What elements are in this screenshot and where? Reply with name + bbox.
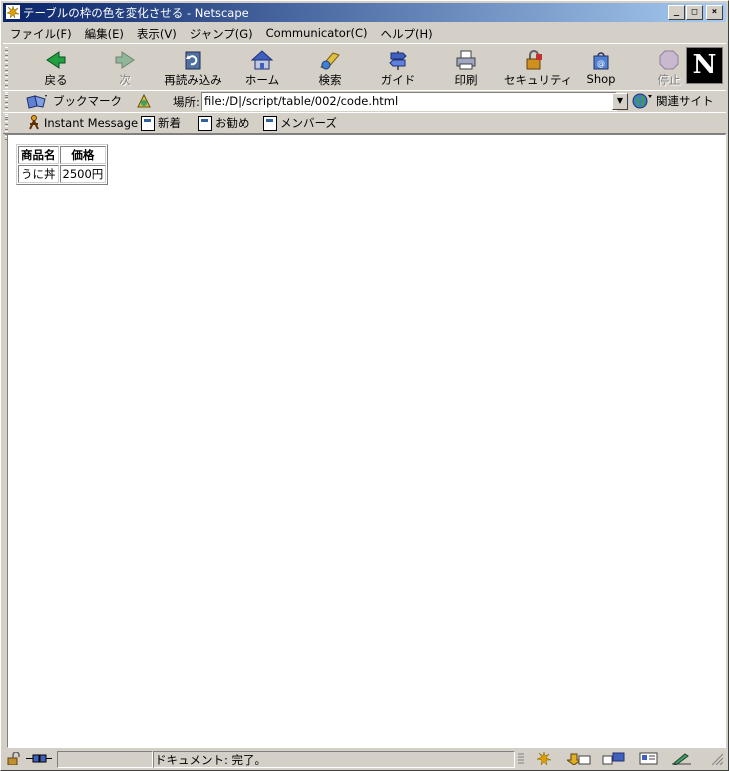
related-sites-button[interactable]: 関連サイト [631,93,714,109]
navigator-icon[interactable] [536,752,552,765]
bookmark-page-icon [263,115,277,131]
padlock-icon [526,50,542,70]
component-bar-grip-icon[interactable] [517,752,525,765]
instant-message-person-icon [29,115,39,130]
shop-button[interactable]: @ Shop [571,47,631,87]
resize-grip-icon[interactable] [709,752,723,765]
status-bar: ドキュメント: 完了。 [3,749,726,769]
netscape-app-icon [6,5,20,19]
svg-text:@: @ [597,59,605,68]
menu-go[interactable]: ジャンプ(G) [183,23,259,42]
new-bookmark-button[interactable]: 新着 [141,115,181,131]
back-arrow-icon [46,51,66,69]
maximize-button[interactable]: □ [686,5,703,20]
guide-button[interactable]: ガイド [368,47,428,87]
bookmarks-button[interactable]: ブックマーク [25,93,154,109]
recommend-bookmark-button[interactable]: お勧め [198,115,250,131]
progress-panel [57,751,153,768]
table-row: うに丼 2500円 [18,165,107,183]
instant-message-button[interactable]: Instant Message [27,115,138,130]
address-book-icon[interactable] [639,752,659,765]
bookmarks-label: ブックマーク [53,94,122,108]
table-cell: 2500円 [59,165,107,183]
page-proxy-icon[interactable] [134,93,154,109]
table-cell: うに丼 [18,165,59,183]
window-title: テーブルの枠の色を変化させる - Netscape [23,6,249,20]
close-button[interactable]: × [706,5,723,20]
url-dropdown-button[interactable]: ▼ [612,93,628,110]
menu-bar: ファイル(F) 編集(E) 表示(V) ジャンプ(G) Communicator… [3,23,726,42]
menu-communicator[interactable]: Communicator(C) [259,23,374,42]
status-text: ドキュメント: 完了。 [155,753,267,767]
reload-icon [185,51,201,70]
members-bookmark-button[interactable]: メンバーズ [263,115,337,131]
guide-signpost-icon [389,51,407,70]
page-content: 商品名 価格 うに丼 2500円 [7,134,726,748]
search-icon [320,52,340,70]
globe-icon [632,93,652,109]
security-lock-icon[interactable] [6,752,22,765]
personal-toolbar: Instant Message 新着 お勧め メンバーズ [3,112,726,140]
title-bar: テーブルの枠の色を変化させる - Netscape _ □ × [3,3,726,22]
reload-button[interactable]: 再読み込み [163,47,223,87]
stop-icon [659,50,679,70]
back-button[interactable]: 戻る [26,47,86,87]
browser-window: テーブルの枠の色を変化させる - Netscape _ □ × ファイル(F) … [0,0,729,771]
table-header-row: 商品名 価格 [18,146,107,164]
online-connection-icon[interactable] [25,752,53,765]
home-button[interactable]: ホーム [232,47,292,87]
location-label: 場所: [173,95,200,109]
security-button[interactable]: セキュリティ [504,47,572,87]
mail-icon[interactable] [567,752,591,765]
menu-file[interactable]: ファイル(F) [3,23,78,42]
forward-button[interactable]: 次 [95,47,155,87]
url-input[interactable]: file:/D|/script/table/002/code.html [201,92,617,111]
discussion-groups-icon[interactable] [602,752,626,765]
forward-arrow-icon [115,51,135,69]
menu-view[interactable]: 表示(V) [130,23,183,42]
table-header-cell: 価格 [59,146,107,164]
menu-help[interactable]: ヘルプ(H) [374,23,439,42]
print-button[interactable]: 印刷 [436,47,496,87]
shop-bag-icon: @ [593,52,609,70]
related-sites-label: 関連サイト [656,94,714,108]
printer-icon [456,50,476,70]
bookmark-page-icon [198,115,212,131]
product-table: 商品名 価格 うに丼 2500円 [16,144,109,185]
home-icon [250,50,274,70]
netscape-logo[interactable]: N [686,47,723,84]
menu-edit[interactable]: 編集(E) [78,23,130,42]
minimize-button[interactable]: _ [668,5,685,20]
table-header-cell: 商品名 [18,146,59,164]
bookmarks-icon [26,95,47,109]
search-button[interactable]: 検索 [300,47,360,87]
composer-icon[interactable] [671,752,693,765]
navigation-toolbar: 戻る 次 再読み込み ホーム 検索 ガイド 印刷 セキュリティ @ Shop 停… [3,43,726,96]
location-toolbar: ブックマーク 場所: file:/D|/script/table/002/cod… [3,90,726,118]
bookmark-page-icon [141,115,155,131]
